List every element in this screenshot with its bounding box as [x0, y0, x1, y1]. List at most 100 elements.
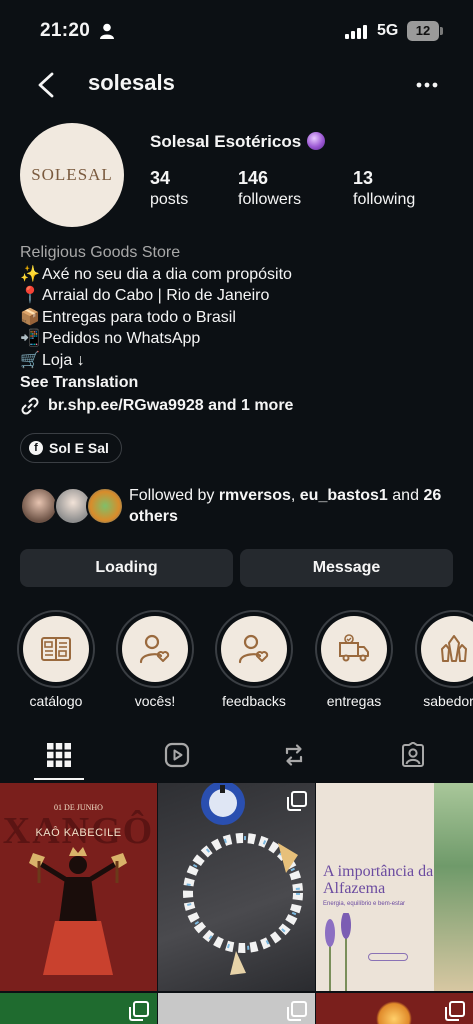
posts-label: posts [150, 191, 189, 208]
package-icon: 📦 [20, 308, 40, 326]
profile-bio: Religious Goods Store ✨ Axé no seu dia a … [20, 242, 460, 393]
bio-line-text: Entregas para todo o Brasil [42, 308, 236, 326]
status-bar: 21:20 5G 12 [0, 0, 473, 60]
battery-icon: 12 [407, 21, 439, 41]
highlight-label: sabedoria [423, 693, 473, 709]
post-subtitle-text: Energia, equilíbrio e bem-estar [323, 901, 406, 907]
profile-tabs [0, 730, 473, 782]
person-heart-icon [139, 634, 170, 664]
phone-icon: 📲 [20, 330, 40, 348]
post-thumbnail[interactable] [316, 993, 473, 1024]
bio-line: 📍 Arraial do Cabo | Rio de Janeiro [20, 285, 460, 307]
posts-count: 34 [150, 168, 171, 188]
crystals-icon [441, 635, 467, 662]
back-arrow-icon[interactable] [32, 70, 60, 100]
tab-grid[interactable] [44, 740, 74, 770]
reposts-icon [285, 744, 303, 766]
signal-icon [345, 25, 367, 39]
link-icon [21, 397, 39, 415]
person-heart-icon [238, 634, 269, 664]
bio-line-text: Loja ↓ [42, 351, 85, 369]
see-translation-link[interactable]: See Translation [20, 372, 460, 394]
followed-by[interactable]: Followed by rmversos, eu_bastos1 and 26 … [20, 485, 460, 527]
cart-icon: 🛒 [20, 351, 40, 369]
bio-line-text: Pedidos no WhatsApp [42, 330, 201, 348]
more-options-icon[interactable] [410, 72, 444, 98]
post-thumbnail[interactable] [158, 783, 315, 991]
highlight-cover [321, 616, 387, 682]
tab-reposts[interactable] [279, 740, 309, 770]
grid-icon [47, 743, 71, 767]
profile-header: solesals [0, 60, 473, 110]
facebook-icon: f [29, 441, 43, 455]
sparkles-icon: ✨ [20, 265, 40, 283]
post-thumbnail[interactable] [158, 993, 315, 1024]
highlight-ring [116, 610, 194, 688]
bio-line: ✨ Axé no seu dia a dia com propósito [20, 264, 460, 286]
post-title-text: A importância da Alfazema [323, 863, 434, 897]
candle-flame-illustration [376, 1001, 412, 1024]
highlight-label: vocês! [134, 693, 176, 709]
post-thumbnail[interactable]: A importância da Alfazema Energia, equil… [316, 783, 473, 991]
stat-following[interactable]: 13 following [353, 167, 415, 211]
status-time: 21:20 [40, 20, 91, 41]
highlight-entregas[interactable]: entregas [313, 610, 395, 709]
highlight-catalogo[interactable]: catálogo [15, 610, 97, 709]
follower-username: rmversos [218, 487, 291, 504]
facebook-chip-label: Sol E Sal [49, 440, 109, 456]
highlight-voces[interactable]: vocês! [114, 610, 196, 709]
bio-link-text: br.shp.ee/RGwa9928 and 1 more [48, 397, 294, 414]
post-thumbnail[interactable]: 01 DE JUNHO XANGÔ KAÔ KABECILE [0, 783, 157, 991]
highlight-ring [415, 610, 473, 688]
profile-avatar[interactable]: SOLESAL [20, 123, 124, 227]
stat-posts[interactable]: 34 posts [150, 167, 188, 211]
follower-avatar [20, 487, 58, 525]
facebook-page-chip[interactable]: f Sol E Sal [20, 433, 122, 463]
post-thumbnail[interactable] [0, 993, 157, 1024]
highlight-label: entregas [326, 693, 382, 709]
avatar-logo: SOLESAL [31, 165, 113, 184]
active-tab-indicator [34, 778, 84, 780]
crystal-ball-icon [307, 132, 326, 150]
tab-tagged[interactable] [398, 740, 428, 770]
message-button[interactable]: Message [240, 549, 453, 587]
bio-category: Religious Goods Store [20, 244, 181, 261]
follower-avatar [86, 487, 124, 525]
bio-link[interactable]: br.shp.ee/RGwa9928 and 1 more [20, 396, 293, 416]
follow-button[interactable]: Loading [20, 549, 233, 587]
highlight-label: catálogo [29, 693, 83, 709]
catalog-icon [41, 637, 71, 661]
followers-count: 146 [238, 168, 269, 188]
followed-by-prefix: Followed by [129, 487, 215, 504]
reels-icon [164, 742, 190, 768]
highlight-cover [23, 616, 89, 682]
bio-line: 📲 Pedidos no WhatsApp [20, 328, 460, 350]
lavender-illustration [325, 913, 351, 991]
stat-followers[interactable]: 146 followers [238, 167, 301, 211]
post-decor-pill [368, 953, 408, 961]
bio-line: 🛒 Loja ↓ [20, 350, 460, 372]
followed-by-text: Followed by rmversos, eu_bastos1 and 26 … [129, 485, 459, 527]
highlight-feedbacks[interactable]: feedbacks [213, 610, 295, 709]
highlight-cover [122, 616, 188, 682]
highlight-ring [17, 610, 95, 688]
person-icon [100, 23, 114, 39]
followers-label: followers [238, 191, 302, 208]
carousel-icon [287, 1001, 307, 1021]
follower-username: eu_bastos1 [299, 487, 388, 504]
following-count: 13 [353, 168, 374, 188]
delivery-truck-icon [339, 634, 369, 662]
carousel-icon [129, 1001, 149, 1021]
bracelet-photo [183, 783, 303, 975]
network-type: 5G [377, 22, 399, 39]
tab-reels[interactable] [162, 740, 192, 770]
tagged-icon [402, 742, 424, 767]
highlight-sabedoria[interactable]: sabedoria [413, 610, 473, 709]
bio-line: 📦 Entregas para todo o Brasil [20, 307, 460, 329]
post-subtitle-text: KAÔ KABECILE [35, 827, 122, 839]
display-name-text: Solesal Esotéricos [150, 132, 302, 151]
battery-tip [440, 27, 443, 35]
bio-line-text: Arraial do Cabo | Rio de Janeiro [42, 287, 270, 305]
header-username: solesals [88, 70, 175, 95]
following-label: following [353, 191, 416, 208]
